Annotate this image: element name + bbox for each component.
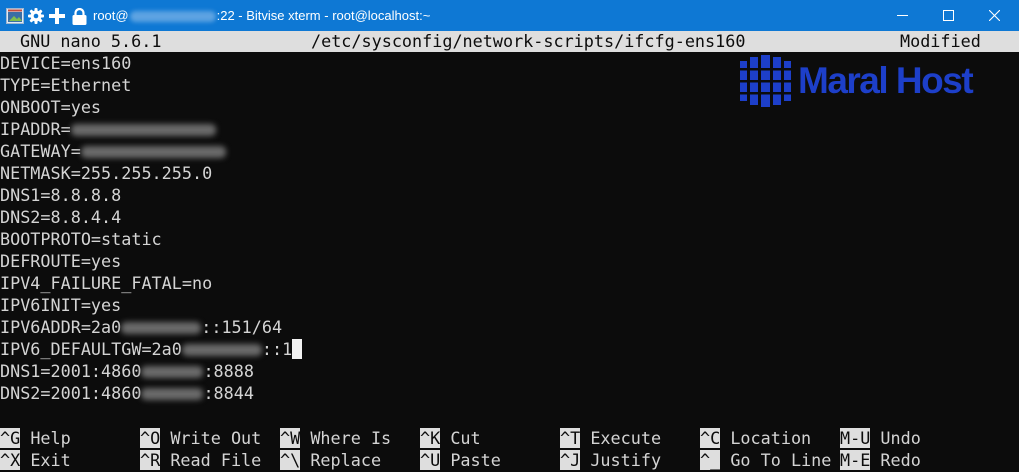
- shortcut-read-file[interactable]: ^R Read File: [140, 449, 261, 471]
- config-line: IPV6ADDR=2a0::151/64: [0, 317, 283, 337]
- shortcut-replace[interactable]: ^\ Replace: [280, 449, 381, 471]
- config-line: DNS1=8.8.8.8: [0, 185, 122, 205]
- bitvise-xterm-window: root@ :22 - Bitvise xterm - root@localhos…: [0, 0, 1019, 472]
- maximize-button[interactable]: [925, 0, 971, 31]
- close-icon: [988, 10, 1000, 21]
- shortcut-cut[interactable]: ^K Cut: [420, 427, 481, 449]
- config-line: IPADDR=: [0, 118, 216, 140]
- nano-header-bar: GNU nano 5.6.1 /etc/sysconfig/network-sc…: [0, 31, 1019, 52]
- redacted-ip: [70, 124, 216, 136]
- minimize-icon: [896, 15, 908, 16]
- shortcut-execute[interactable]: ^T Execute: [560, 427, 661, 449]
- server-icon: [738, 55, 794, 107]
- redacted-host: [129, 11, 216, 23]
- text-cursor: [292, 339, 303, 359]
- shortcut-where-is[interactable]: ^W Where Is: [280, 427, 391, 449]
- plus-icon[interactable]: [48, 7, 66, 25]
- shortcut-paste[interactable]: ^U Paste: [420, 449, 501, 471]
- shortcut-go-to-line[interactable]: ^_ Go To Line: [700, 449, 831, 471]
- config-line: DEFROUTE=yes: [0, 251, 122, 271]
- shortcut-justify[interactable]: ^J Justify: [560, 449, 661, 471]
- nano-version: GNU nano 5.6.1: [20, 31, 162, 51]
- redacted-ipv6: [121, 322, 202, 334]
- config-line: GATEWAY=: [0, 140, 226, 162]
- maximize-icon: [942, 10, 954, 21]
- config-line: DEVICE=ens160: [0, 53, 132, 73]
- brand-name: Maral Host: [798, 60, 974, 101]
- redacted-ipv6: [141, 366, 204, 378]
- config-line: BOOTPROTO=static: [0, 229, 162, 249]
- shortcut-undo[interactable]: M-U Undo: [840, 427, 921, 449]
- redacted-ip: [80, 146, 226, 158]
- file-path: /etc/sysconfig/network-scripts/ifcfg-ens…: [311, 31, 746, 51]
- redacted-ipv6: [141, 388, 204, 400]
- shortcut-write-out[interactable]: ^O Write Out: [140, 427, 261, 449]
- redacted-ipv6: [181, 344, 262, 356]
- config-line: IPV6_DEFAULTGW=2a0::1: [0, 338, 303, 360]
- terminal-app-icon[interactable]: [6, 7, 24, 25]
- minimize-button[interactable]: [879, 0, 925, 31]
- config-line: DNS1=2001:4860:8888: [0, 361, 254, 381]
- shortcut-exit[interactable]: ^X Exit: [0, 449, 71, 471]
- maral-host-logo: Maral Host: [738, 55, 1000, 109]
- shortcut-help[interactable]: ^G Help: [0, 427, 71, 449]
- shortcut-redo[interactable]: M-E Redo: [840, 449, 921, 471]
- config-line: IPV4_FAILURE_FATAL=no: [0, 273, 213, 293]
- gear-icon[interactable]: [27, 7, 45, 25]
- config-line: TYPE=Ethernet: [0, 75, 132, 95]
- close-button[interactable]: [971, 0, 1017, 31]
- shortcut-location[interactable]: ^C Location: [700, 427, 811, 449]
- config-line: ONBOOT=yes: [0, 97, 102, 117]
- config-line: IPV6INIT=yes: [0, 295, 122, 315]
- modified-status: Modified: [900, 31, 981, 51]
- window-title: root@ :22 - Bitvise xterm - root@localhos…: [93, 7, 430, 24]
- terminal-area[interactable]: GNU nano 5.6.1 /etc/sysconfig/network-sc…: [0, 31, 1019, 472]
- lock-icon[interactable]: [70, 7, 88, 25]
- title-bar: root@ :22 - Bitvise xterm - root@localhos…: [0, 0, 1019, 31]
- title-prefix: root@: [93, 8, 129, 23]
- config-line: DNS2=2001:4860:8844: [0, 383, 254, 403]
- title-suffix: :22 - Bitvise xterm - root@localhost:~: [216, 8, 431, 23]
- config-line: NETMASK=255.255.255.0: [0, 163, 213, 183]
- config-line: DNS2=8.8.4.4: [0, 207, 122, 227]
